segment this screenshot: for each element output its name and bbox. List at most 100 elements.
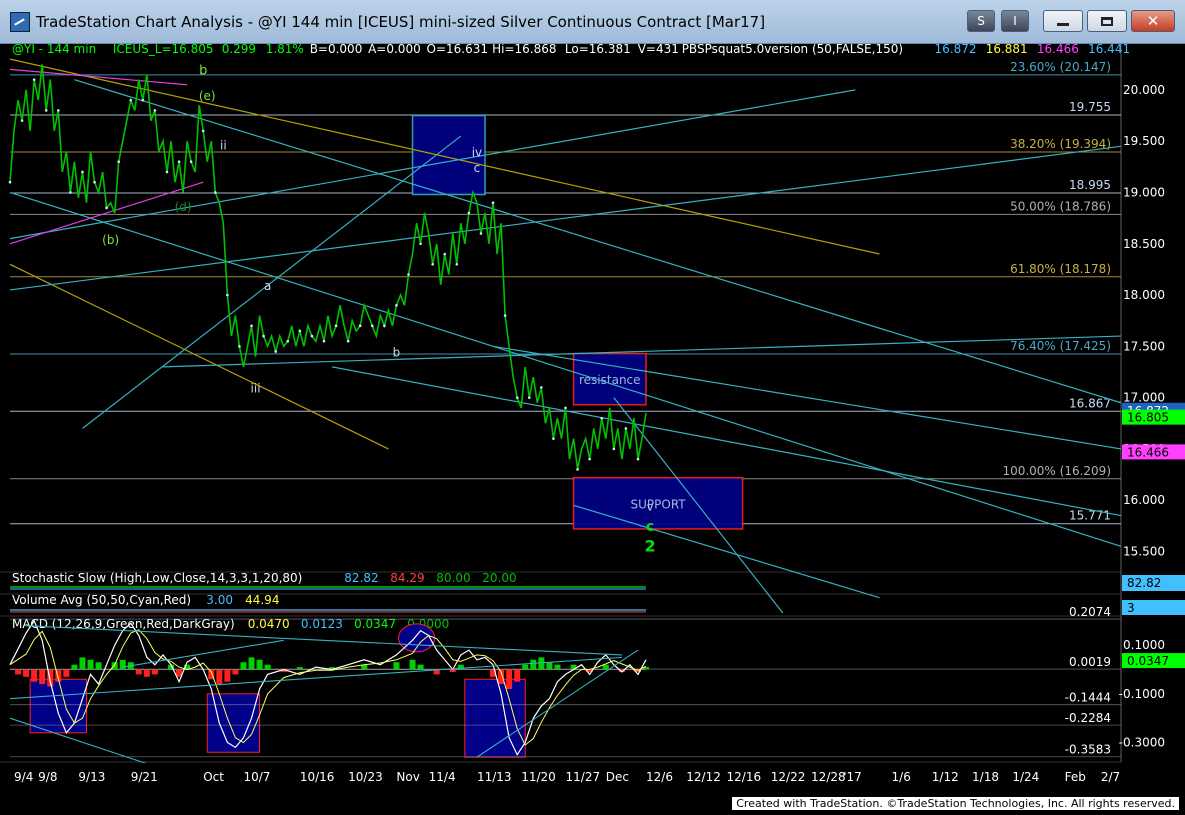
macd-axis-tick: -0.1000 — [1119, 687, 1165, 701]
s-menu-button[interactable]: S — [967, 10, 995, 32]
header-field: O=16.631 — [427, 44, 489, 56]
price-point — [564, 406, 567, 410]
trend-line — [9, 89, 856, 240]
price-point — [467, 211, 471, 215]
price-point — [310, 334, 314, 338]
price-point — [479, 232, 483, 235]
x-axis-tick: 1/12 — [932, 770, 959, 784]
x-axis-tick: '17 — [843, 770, 862, 784]
price-axis-tick: 17.500 — [1123, 339, 1165, 353]
stochastic-badge-text: 82.82 — [1127, 576, 1161, 590]
macd-hist-bar — [522, 664, 529, 670]
price-point — [407, 273, 410, 276]
price-point — [250, 324, 253, 328]
header-field: 0.299 — [222, 44, 256, 56]
price-point — [32, 78, 36, 81]
zone-box-label: resistance — [579, 373, 641, 387]
header-field: A=0.000 — [368, 44, 421, 56]
footer-copyright: Created with TradeStation. ©TradeStation… — [732, 797, 1179, 810]
maximize-button[interactable] — [1087, 10, 1127, 32]
price-point — [322, 339, 326, 343]
macd-hist-bar — [240, 662, 247, 670]
price-axis-tick: 20.000 — [1123, 83, 1165, 97]
wave-label: (b) — [102, 233, 119, 247]
x-axis-tick: 11/20 — [521, 770, 556, 784]
price-point — [346, 339, 350, 343]
price-point — [177, 160, 181, 164]
header-symbol: @YI - 144 min — [12, 44, 96, 56]
price-axis-tick: 19.000 — [1123, 185, 1165, 199]
price-badge-text: 16.805 — [1127, 411, 1169, 425]
macd-signal-line — [9, 629, 647, 746]
price-point — [600, 416, 604, 420]
macd-hist-bar — [248, 657, 255, 670]
level-label: 50.00% (18.786) — [1010, 199, 1111, 213]
price-axis-tick: 15.500 — [1123, 544, 1165, 558]
header-field: PBSPsquat5.0version (50,FALSE,150) — [682, 44, 903, 56]
macd-axis-tick: 0.1000 — [1123, 638, 1165, 652]
x-axis-tick: Dec — [606, 770, 629, 784]
price-badge-text: 16.466 — [1127, 445, 1169, 459]
macd-level-label: 0.0019 — [1069, 655, 1111, 669]
wave-label: ii — [220, 138, 227, 152]
price-axis-tick: 19.500 — [1123, 134, 1165, 148]
window-title: TradeStation Chart Analysis - @YI 144 mi… — [36, 13, 766, 31]
x-axis-tick: 1/6 — [892, 770, 911, 784]
macd-hist-bar — [393, 662, 400, 670]
price-point — [274, 350, 277, 353]
i-menu-button[interactable]: I — [1001, 10, 1029, 32]
level-label: 100.00% (16.209) — [1002, 464, 1111, 478]
header-field: 16.881 — [986, 44, 1028, 56]
price-point — [358, 324, 362, 328]
price-point — [189, 160, 193, 164]
price-point — [491, 201, 495, 205]
wave-label: b — [199, 64, 207, 79]
price-point — [443, 252, 447, 256]
chart-area[interactable]: 23.60% (20.147) 19.755 38.20% (19.394) 18.9… — [0, 42, 1185, 811]
x-axis-tick: 10/23 — [348, 770, 383, 784]
x-axis-tick: 10/7 — [243, 770, 270, 784]
macd-hist-bar — [111, 662, 118, 670]
x-axis-tick: Oct — [203, 770, 224, 784]
minimize-icon — [1057, 23, 1069, 26]
price-point — [165, 170, 169, 174]
header-field: 16.872 — [935, 44, 977, 56]
price-point — [81, 170, 84, 174]
chart-svg: 23.60% (20.147) 19.755 38.20% (19.394) 18.9… — [0, 42, 1185, 811]
stochastic-value: 82.82 — [344, 571, 378, 585]
header-field: 1.81% — [266, 44, 304, 56]
price-point — [624, 427, 628, 430]
volume-value: 3.00 — [206, 593, 233, 607]
price-point — [238, 345, 241, 348]
stochastic-value: 20.00 — [482, 571, 516, 585]
header-field: 16.466 — [1037, 44, 1079, 56]
trend-line — [9, 145, 1122, 291]
header-field: 16.441 — [1088, 44, 1130, 56]
header-field: ICEUS_L=16.805 — [113, 44, 214, 56]
price-point — [20, 119, 24, 122]
price-axis-tick: 18.500 — [1123, 237, 1165, 251]
macd-hist-bar — [95, 662, 102, 670]
minimize-button[interactable] — [1043, 10, 1083, 32]
close-button[interactable]: ✕ — [1131, 10, 1175, 32]
macd-hist-bar — [530, 659, 537, 670]
level-label: 18.995 — [1069, 178, 1111, 192]
macd-hist-bar — [514, 669, 521, 682]
wave-label: v — [647, 500, 654, 513]
level-label: 61.80% (18.178) — [1010, 262, 1111, 276]
x-axis-tick: Feb — [1065, 770, 1086, 784]
x-axis-tick: 2/7 — [1101, 770, 1120, 784]
macd-hist-bar — [119, 659, 126, 670]
x-axis-tick: 9/8 — [38, 770, 57, 784]
macd-hist-bar — [554, 664, 561, 670]
price-axis-tick: 18.000 — [1123, 288, 1165, 302]
wave-label: (e) — [199, 89, 216, 103]
x-axis-tick: 9/4 — [14, 770, 33, 784]
volume-value: 44.94 — [245, 593, 279, 607]
volume-label: Volume Avg (50,50,Cyan,Red) — [12, 593, 191, 607]
price-point — [153, 109, 157, 112]
macd-hist-bar — [546, 662, 553, 670]
price-point — [334, 324, 338, 328]
price-point — [576, 468, 579, 471]
price-point — [105, 206, 108, 210]
